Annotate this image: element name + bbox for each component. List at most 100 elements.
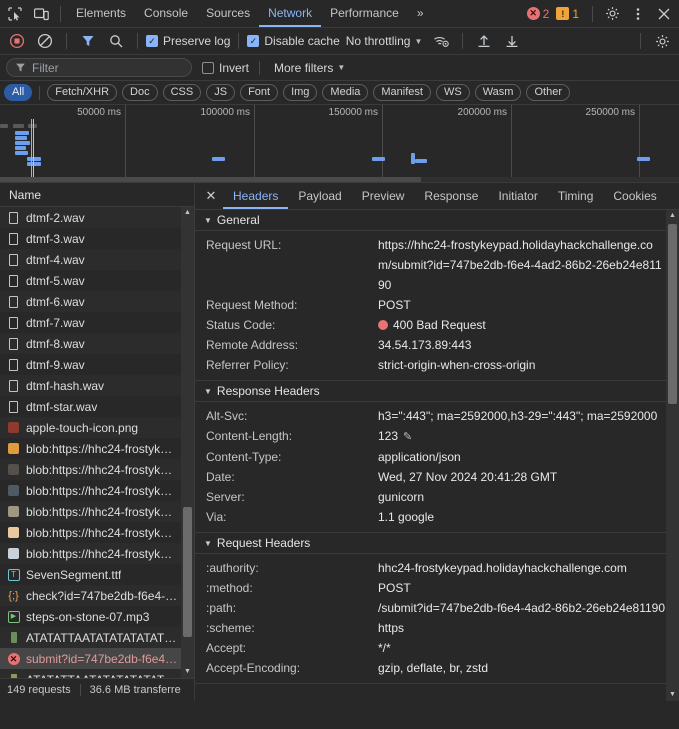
request-row[interactable]: dtmf-7.wav [0, 312, 194, 333]
request-row[interactable]: blob:https://hhc24-frostyk… [0, 480, 194, 501]
kebab-menu-icon[interactable] [625, 1, 651, 27]
details-scrollbar[interactable]: ▲ ▼ [666, 210, 679, 701]
request-row[interactable]: apple-touch-icon.png [0, 417, 194, 438]
request-list-scrollbar[interactable]: ▲ ▼ [181, 207, 194, 678]
search-input[interactable]: Filter [6, 58, 192, 77]
scrollbar-thumb[interactable] [0, 177, 421, 182]
type-filter-other[interactable]: Other [526, 84, 570, 101]
request-row[interactable]: dtmf-8.wav [0, 333, 194, 354]
header-row[interactable]: Status Code: 400 Bad Request [195, 315, 666, 335]
header-row[interactable]: Content-Type: application/json [195, 447, 666, 467]
request-row[interactable]: blob:https://hhc24-frostyk… [0, 522, 194, 543]
request-row[interactable]: ATATATTAATATATATATAT… [0, 627, 194, 648]
tab-sources[interactable]: Sources [197, 0, 259, 27]
more-tabs-icon[interactable]: » [408, 0, 433, 27]
upload-arrow-icon[interactable] [471, 28, 497, 54]
request-row[interactable]: dtmf-hash.wav [0, 375, 194, 396]
tab-console[interactable]: Console [135, 0, 197, 27]
tab-payload[interactable]: Payload [288, 183, 351, 209]
overview-scrollbar[interactable] [0, 177, 679, 182]
header-row[interactable]: :scheme: https [195, 618, 666, 638]
type-filter-doc[interactable]: Doc [122, 84, 158, 101]
close-icon[interactable] [651, 1, 677, 27]
type-filter-media[interactable]: Media [322, 84, 369, 101]
scroll-up-arrow-icon[interactable]: ▲ [666, 210, 679, 222]
network-settings-gear-icon[interactable] [649, 28, 675, 54]
request-row-selected[interactable]: ✕ submit?id=747be2db-f6e4… [0, 648, 194, 669]
warning-badge[interactable]: ! 1 [556, 7, 579, 21]
type-filter-css[interactable]: CSS [162, 84, 202, 101]
record-stop-icon[interactable] [4, 28, 30, 54]
type-filter-wasm[interactable]: Wasm [474, 84, 522, 101]
request-row[interactable]: {;} check?id=747be2db-f6e4-… [0, 585, 194, 606]
device-toolbar-icon[interactable] [28, 1, 54, 27]
section-header[interactable]: ▼ Request Headers [195, 533, 666, 554]
header-row[interactable]: Referrer Policy: strict-origin-when-cross… [195, 355, 666, 375]
tab-timing[interactable]: Timing [548, 183, 604, 209]
error-badge[interactable]: ✕ 2 [526, 7, 549, 21]
scroll-down-arrow-icon[interactable]: ▼ [181, 666, 194, 678]
request-row[interactable]: blob:https://hhc24-frostyk… [0, 543, 194, 564]
network-overview-timeline[interactable]: 50000 ms 100000 ms 150000 ms 200000 ms 25000… [0, 105, 679, 183]
invert-checkbox[interactable]: Invert [202, 61, 249, 75]
scrollbar-thumb[interactable] [668, 224, 677, 404]
request-row[interactable]: dtmf-6.wav [0, 291, 194, 312]
type-filter-font[interactable]: Font [240, 84, 279, 101]
inspect-element-icon[interactable] [2, 1, 28, 27]
tab-performance[interactable]: Performance [321, 0, 408, 27]
download-arrow-icon[interactable] [499, 28, 525, 54]
request-row[interactable]: blob:https://hhc24-frostyk… [0, 501, 194, 522]
scroll-up-arrow-icon[interactable]: ▲ [181, 207, 194, 219]
header-row[interactable]: Remote Address: 34.54.173.89:443 [195, 335, 666, 355]
type-filter-fetch-xhr[interactable]: Fetch/XHR [47, 84, 118, 101]
wifi-settings-icon[interactable] [428, 28, 454, 54]
tab-response[interactable]: Response [414, 183, 488, 209]
tab-elements[interactable]: Elements [67, 0, 135, 27]
section-header[interactable]: ▼ General [195, 210, 666, 231]
more-filters-dropdown[interactable]: More filters ▼ [270, 61, 349, 75]
disable-cache-checkbox[interactable]: ✓ Disable cache [247, 34, 340, 48]
section-header[interactable]: ▼ Response Headers [195, 381, 666, 402]
type-filter-all[interactable]: All [4, 84, 33, 101]
edit-pencil-icon[interactable]: ✎ [403, 427, 412, 447]
header-row[interactable]: :authority: hhc24-frostykeypad.holidayhac… [195, 558, 666, 578]
clear-prohibited-icon[interactable] [32, 28, 58, 54]
request-row[interactable]: T SevenSegment.ttf [0, 564, 194, 585]
header-row[interactable]: Accept: */* [195, 638, 666, 658]
scrollbar-thumb[interactable] [183, 507, 192, 637]
request-row[interactable]: blob:https://hhc24-frostyk… [0, 438, 194, 459]
request-row[interactable]: blob:https://hhc24-frostyk… [0, 459, 194, 480]
header-row[interactable]: Content-Length: 123 ✎ [195, 426, 666, 447]
type-filter-ws[interactable]: WS [435, 84, 470, 101]
throttling-dropdown[interactable]: No throttling ▼ [342, 34, 427, 48]
tab-cookies[interactable]: Cookies [603, 183, 666, 209]
scroll-down-arrow-icon[interactable]: ▼ [666, 689, 679, 701]
header-row[interactable]: Date: Wed, 27 Nov 2024 20:41:28 GMT [195, 467, 666, 487]
request-row[interactable]: dtmf-3.wav [0, 228, 194, 249]
request-row[interactable]: dtmf-star.wav [0, 396, 194, 417]
header-row[interactable]: Accept-Encoding: gzip, deflate, br, zstd [195, 658, 666, 678]
filter-funnel-icon[interactable] [75, 28, 101, 54]
header-row[interactable]: :method: POST [195, 578, 666, 598]
request-row[interactable]: ▶ steps-on-stone-07.mp3 [0, 606, 194, 627]
header-row[interactable]: Request Method: POST [195, 295, 666, 315]
type-filter-img[interactable]: Img [283, 84, 318, 101]
type-filter-js[interactable]: JS [206, 84, 236, 101]
type-filter-manifest[interactable]: Manifest [373, 84, 431, 101]
tab-network[interactable]: Network [259, 0, 321, 27]
tab-headers[interactable]: Headers [223, 183, 288, 209]
request-row[interactable]: dtmf-2.wav [0, 207, 194, 228]
request-row[interactable]: dtmf-9.wav [0, 354, 194, 375]
request-row[interactable]: dtmf-5.wav [0, 270, 194, 291]
tab-initiator[interactable]: Initiator [488, 183, 547, 209]
column-header-name[interactable]: Name [0, 183, 194, 207]
header-row[interactable]: Alt-Svc: h3=":443"; ma=2592000,h3-29=":44… [195, 406, 666, 426]
request-row[interactable]: ATATATTAATATATATATAT… [0, 669, 194, 678]
header-row[interactable]: :path: /submit?id=747be2db-f6e4-4ad2-86b2… [195, 598, 666, 618]
close-icon[interactable]: ✕ [199, 188, 223, 204]
header-row[interactable]: Request URL: https://hhc24-frostykeypad.h… [195, 235, 666, 295]
search-icon[interactable] [103, 28, 129, 54]
gear-icon[interactable] [599, 1, 625, 27]
preserve-log-checkbox[interactable]: ✓ Preserve log [146, 34, 230, 48]
header-row[interactable]: Server: gunicorn [195, 487, 666, 507]
